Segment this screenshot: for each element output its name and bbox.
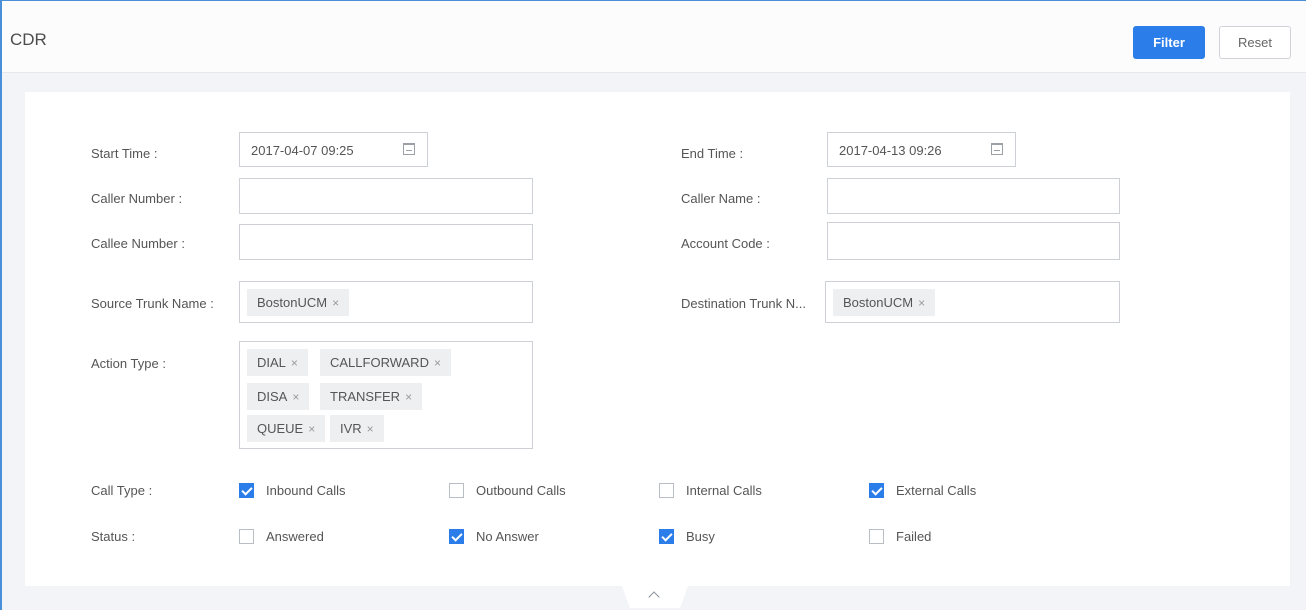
- source-trunk-select[interactable]: BostonUCM ×: [239, 281, 533, 323]
- external-calls-label: External Calls: [896, 483, 977, 498]
- tag-bostonucm: BostonUCM ×: [833, 289, 936, 316]
- busy-checkbox[interactable]: [659, 529, 674, 544]
- caller-name-label: Caller Name :: [681, 191, 761, 206]
- caller-name-input[interactable]: [827, 178, 1120, 214]
- tag-bostonucm: BostonUCM ×: [247, 289, 350, 316]
- tag-queue: QUEUE ×: [247, 415, 326, 442]
- calendar-icon[interactable]: [403, 143, 415, 155]
- internal-calls-checkbox[interactable]: [659, 483, 674, 498]
- cdr-window: CDR Filter Reset Start Time : 2017-04-07…: [0, 0, 1306, 610]
- external-calls-checkbox[interactable]: [869, 483, 884, 498]
- page-title: CDR: [10, 30, 47, 49]
- start-time-label: Start Time :: [91, 146, 158, 161]
- close-icon[interactable]: ×: [434, 356, 441, 370]
- action-type-label: Action Type :: [91, 356, 166, 371]
- account-code-input[interactable]: [827, 222, 1120, 260]
- internal-calls-label: Internal Calls: [686, 483, 762, 498]
- calendar-icon[interactable]: [991, 143, 1003, 155]
- source-trunk-label: Source Trunk Name :: [91, 296, 214, 311]
- close-icon[interactable]: ×: [405, 390, 412, 404]
- end-time-value: 2017-04-13 09:26: [839, 143, 942, 158]
- callee-number-label: Callee Number :: [91, 236, 185, 251]
- callee-number-input[interactable]: [239, 224, 533, 260]
- close-icon[interactable]: ×: [291, 356, 298, 370]
- start-time-field[interactable]: 2017-04-07 09:25: [239, 132, 428, 167]
- account-code-label: Account Code :: [681, 236, 770, 251]
- failed-label: Failed: [896, 529, 932, 544]
- outbound-calls-label: Outbound Calls: [476, 483, 566, 498]
- tag-transfer: TRANSFER ×: [320, 383, 423, 410]
- close-icon[interactable]: ×: [308, 422, 315, 436]
- close-icon[interactable]: ×: [918, 296, 925, 310]
- tag-callforward: CALLFORWARD ×: [320, 349, 451, 376]
- no-answer-label: No Answer: [476, 529, 539, 544]
- destination-trunk-select[interactable]: BostonUCM ×: [825, 281, 1120, 323]
- destination-trunk-label: Destination Trunk N...: [681, 296, 806, 311]
- close-icon[interactable]: ×: [292, 390, 299, 404]
- filter-panel: Start Time : 2017-04-07 09:25 End Time :…: [25, 92, 1290, 586]
- answered-label: Answered: [266, 529, 324, 544]
- reset-button[interactable]: Reset: [1219, 26, 1291, 59]
- inbound-calls-checkbox[interactable]: [239, 483, 254, 498]
- close-icon[interactable]: ×: [367, 422, 374, 436]
- answered-checkbox[interactable]: [239, 529, 254, 544]
- action-type-select[interactable]: DIAL × CALLFORWARD × DISA × TRANSFER × QUEUE…: [239, 341, 533, 449]
- page-header: CDR Filter Reset: [2, 1, 1306, 73]
- busy-label: Busy: [686, 529, 715, 544]
- tag-disa: DISA ×: [247, 383, 310, 410]
- caller-number-label: Caller Number :: [91, 191, 183, 206]
- end-time-label: End Time :: [681, 146, 744, 161]
- no-answer-checkbox[interactable]: [449, 529, 464, 544]
- inbound-calls-label: Inbound Calls: [266, 483, 346, 498]
- close-icon[interactable]: ×: [332, 296, 339, 310]
- start-time-value: 2017-04-07 09:25: [251, 143, 354, 158]
- filter-button[interactable]: Filter: [1133, 26, 1205, 59]
- status-label: Status :: [91, 529, 136, 544]
- call-type-label: Call Type :: [91, 483, 153, 498]
- outbound-calls-checkbox[interactable]: [449, 483, 464, 498]
- tag-ivr: IVR ×: [330, 415, 384, 442]
- end-time-field[interactable]: 2017-04-13 09:26: [827, 132, 1016, 167]
- collapse-panel-button[interactable]: [622, 586, 688, 608]
- caller-number-input[interactable]: [239, 178, 533, 214]
- tag-dial: DIAL ×: [247, 349, 308, 376]
- failed-checkbox[interactable]: [869, 529, 884, 544]
- chevron-up-icon: [648, 591, 660, 603]
